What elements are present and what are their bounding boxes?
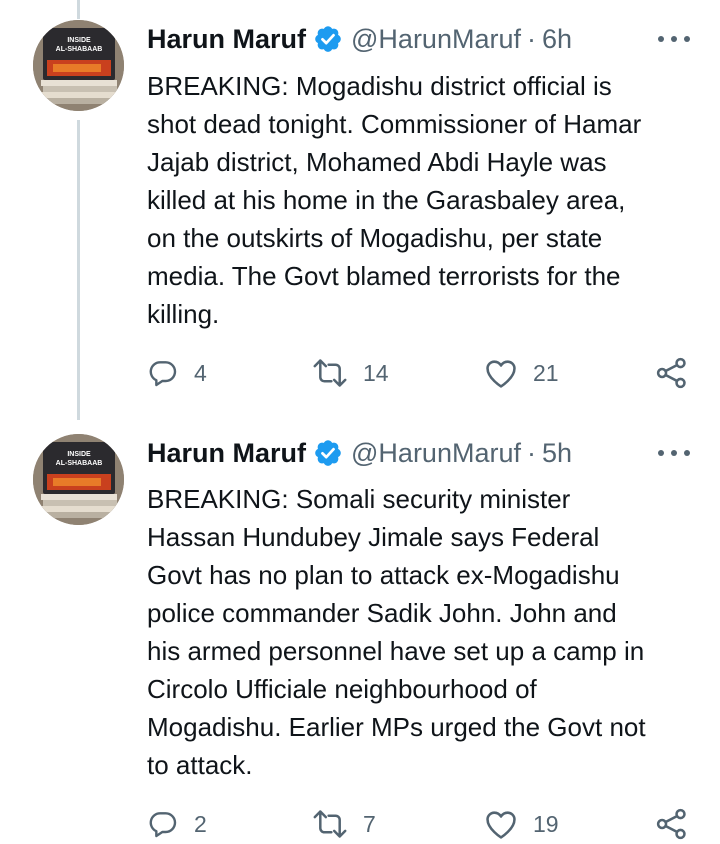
tweet-text-line: Mogadishu. Earlier MPs urged the Govt no… — [147, 712, 646, 742]
retweet-icon — [313, 359, 347, 387]
tweet-text-line: killing. — [147, 299, 220, 329]
reply-button[interactable]: 4 — [147, 353, 207, 393]
tweet-actions: 4 14 21 — [147, 353, 695, 393]
tweet-text-line: BREAKING: Somali security minister — [147, 484, 571, 514]
retweet-button[interactable]: 14 — [312, 353, 389, 393]
retweet-count: 7 — [363, 810, 376, 837]
author-handle[interactable]: @HarunMaruf — [351, 438, 521, 469]
retweet-count: 14 — [363, 359, 389, 386]
tweet-text-line: his armed personnel have set up a camp i… — [147, 636, 645, 666]
like-count: 19 — [533, 810, 559, 837]
book-title-line-1: INSIDE — [67, 37, 91, 44]
retweet-button[interactable]: 7 — [312, 804, 376, 844]
tweet-text-line: Circolo Ufficiale neighbourhood of — [147, 674, 537, 704]
tweet-text-line: Hassan Hundubey Jimale says Federal — [147, 522, 600, 552]
avatar[interactable]: INSIDE AL-SHABAAB — [33, 434, 124, 525]
tweet-text: BREAKING: Somali security minister Hassa… — [147, 480, 702, 784]
tweet-text-line: Govt has no plan to attack ex-Mogadishu — [147, 560, 620, 590]
tweet-text-line: to attack. — [147, 750, 253, 780]
tweet-text-line: on the outskirts of Mogadishu, per state — [147, 223, 603, 253]
share-button[interactable] — [655, 804, 689, 844]
tweet-header: Harun Maruf @HarunMaruf · 6h — [147, 22, 690, 56]
share-button[interactable] — [655, 353, 689, 393]
heart-icon — [486, 811, 516, 839]
separator-dot: · — [526, 23, 536, 54]
tweet-actions: 2 7 19 — [147, 804, 695, 844]
reply-button[interactable]: 2 — [147, 804, 207, 844]
retweet-icon — [313, 810, 347, 838]
tweet-text-line: media. The Govt blamed terrorists for th… — [147, 261, 621, 291]
verified-badge-icon — [315, 26, 341, 52]
more-horizontal-icon[interactable] — [658, 31, 690, 47]
author-name[interactable]: Harun Maruf — [147, 438, 306, 469]
reply-count: 4 — [194, 359, 207, 386]
book-title-line-2: AL-SHABAAB — [56, 46, 103, 53]
book-title-line-2: AL-SHABAAB — [56, 460, 103, 467]
heart-icon — [486, 360, 516, 388]
book-cover-image: INSIDE AL-SHABAAB — [33, 434, 124, 525]
tweet-timestamp[interactable]: 5h — [542, 438, 572, 469]
reply-icon — [149, 361, 177, 387]
tweet-text-line: Jajab district, Mohamed Abdi Hayle was — [147, 147, 607, 177]
reply-count: 2 — [194, 810, 207, 837]
more-horizontal-icon[interactable] — [658, 445, 690, 461]
tweet-timestamp[interactable]: 6h — [542, 24, 572, 55]
like-button[interactable]: 19 — [484, 804, 559, 844]
verified-badge-icon — [315, 440, 341, 466]
tweet-text-line: police commander Sadik John. John and — [147, 598, 617, 628]
tweet[interactable]: INSIDE AL-SHABAAB Harun Maruf @HarunMaru… — [0, 0, 720, 420]
tweet-header: Harun Maruf @HarunMaruf · 5h — [147, 436, 690, 470]
tweet[interactable]: INSIDE AL-SHABAAB Harun Maruf @HarunMaru… — [0, 420, 720, 843]
like-count: 21 — [533, 359, 559, 386]
like-button[interactable]: 21 — [484, 353, 559, 393]
tweet-text: BREAKING: Mogadishu district official is… — [147, 67, 702, 333]
author-name[interactable]: Harun Maruf — [147, 24, 306, 55]
tweet-text-line: shot dead tonight. Commissioner of Hamar — [147, 109, 642, 139]
separator-dot: · — [526, 437, 536, 468]
book-cover-image: INSIDE AL-SHABAAB — [33, 20, 124, 111]
share-icon — [656, 357, 686, 389]
tweet-text-line: BREAKING: Mogadishu district official is — [147, 71, 612, 101]
tweet-text-line: killed at his home in the Garasbaley are… — [147, 185, 626, 215]
author-handle[interactable]: @HarunMaruf — [351, 24, 521, 55]
share-icon — [656, 808, 686, 840]
avatar[interactable]: INSIDE AL-SHABAAB — [33, 20, 124, 111]
reply-icon — [149, 812, 177, 838]
book-title-line-1: INSIDE — [67, 451, 91, 458]
